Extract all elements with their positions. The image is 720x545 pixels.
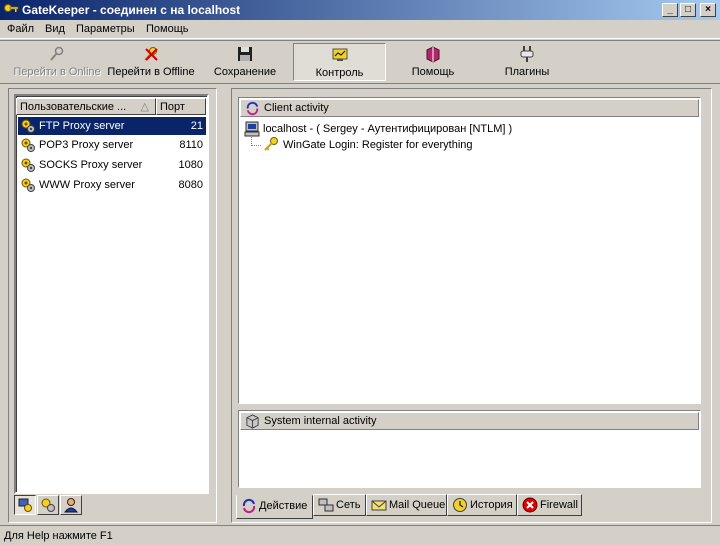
key-icon [264, 137, 278, 151]
network-gear-icon [18, 498, 32, 512]
title-bar: GateKeeper - соединен с на localhost _ □… [0, 0, 720, 20]
envelope-icon [371, 500, 387, 511]
list-item[interactable]: FTP Proxy server 21 [18, 117, 206, 135]
status-text: Для Help нажмите F1 [4, 530, 113, 542]
user-icon [63, 498, 79, 513]
tab-action[interactable]: Действие [236, 495, 313, 519]
tree-connector [251, 137, 261, 146]
control-button[interactable]: Контроль [293, 43, 386, 81]
go-offline-button[interactable]: Перейти в Offline [104, 43, 198, 81]
tab-network[interactable]: Сеть [313, 494, 366, 516]
gear-icon [21, 158, 35, 172]
activity-arrows-icon [242, 498, 256, 514]
floppy-icon [238, 47, 252, 61]
clock-icon [453, 498, 467, 512]
stop-icon [522, 497, 538, 513]
close-button[interactable]: × [700, 3, 716, 17]
computer-icon [244, 121, 260, 137]
tab-mail-queue[interactable]: Mail Queue [366, 494, 447, 516]
system-activity-panel[interactable]: System internal activity [238, 410, 701, 488]
help-book-icon [426, 46, 440, 63]
client-activity-panel[interactable]: Client activity localhost - ( Sergey - А… [238, 97, 701, 404]
maximize-button[interactable]: □ [680, 3, 696, 17]
system-activity-header: System internal activity [240, 412, 699, 430]
go-online-button[interactable]: Перейти в Online [10, 43, 104, 81]
menu-file[interactable]: Файл [7, 23, 34, 35]
status-bar: Для Help нажмите F1 [0, 525, 720, 545]
key-icon [50, 46, 64, 61]
view-services-button[interactable] [37, 495, 59, 515]
sort-arrow-icon: △ [140, 101, 149, 113]
view-users-button[interactable] [60, 495, 82, 515]
list-item[interactable]: WWW Proxy server 8080 [18, 176, 206, 194]
list-item[interactable]: SOCKS Proxy server 1080 [18, 156, 206, 174]
gear-icon [21, 138, 35, 152]
client-activity-header: Client activity [240, 99, 699, 117]
view-network-button[interactable] [14, 495, 36, 515]
menu-view[interactable]: Вид [45, 23, 65, 35]
minimize-button[interactable]: _ [662, 3, 678, 17]
gear-icon [21, 119, 35, 133]
network-icon [318, 498, 334, 512]
plugins-button[interactable]: Плагины [495, 43, 559, 81]
help-button[interactable]: Помощь [398, 43, 468, 81]
list-item[interactable]: POP3 Proxy server 8110 [18, 136, 206, 154]
activity-arrows-icon [246, 101, 259, 116]
gear-icon [21, 178, 35, 192]
menu-help[interactable]: Помощь [146, 23, 189, 35]
column-header-port[interactable]: Порт [156, 98, 206, 115]
menu-options[interactable]: Параметры [76, 23, 135, 35]
save-button[interactable]: Сохранение [205, 43, 285, 81]
cube-icon [246, 414, 259, 429]
gears-icon [41, 498, 55, 512]
plug-icon [520, 46, 534, 62]
window-title: GateKeeper - соединен с на localhost [22, 3, 241, 17]
menu-bar: Файл Вид Параметры Помощь [0, 20, 720, 39]
tab-history[interactable]: История [447, 494, 517, 516]
key-offline-icon [144, 47, 158, 61]
services-list[interactable]: Пользовательские ... △ Порт FTP Proxy se… [14, 94, 209, 494]
key-icon [4, 4, 19, 12]
tab-firewall[interactable]: Firewall [517, 494, 582, 516]
column-header-name[interactable]: Пользовательские ... △ [16, 98, 156, 115]
toolbar: Перейти в Online Перейти в Offline Сохра… [0, 40, 720, 84]
monitor-icon [332, 48, 347, 61]
